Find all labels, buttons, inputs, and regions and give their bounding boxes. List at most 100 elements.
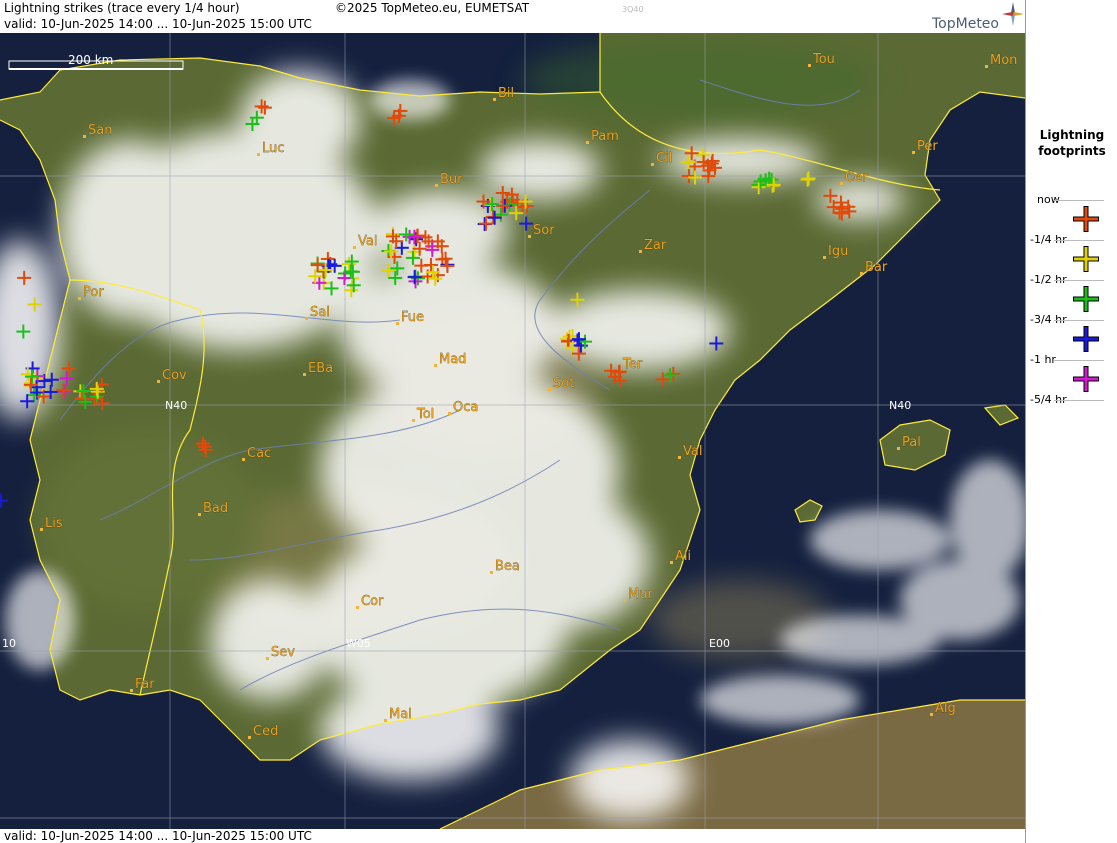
legend-title-line1: Lightning bbox=[1039, 128, 1105, 142]
city-label-bil: Bil bbox=[498, 86, 514, 101]
city-label-bea: Bea bbox=[495, 559, 520, 574]
city-label-cac: Cac bbox=[247, 446, 271, 461]
grid-label-n40-right: N40 bbox=[889, 399, 911, 412]
valid-time-header: valid: 10-Jun-2025 14:00 ... 10-Jun-2025… bbox=[4, 17, 312, 31]
city-label-mon: Mon bbox=[990, 53, 1017, 68]
grid-label-w10: 10 bbox=[2, 637, 16, 650]
city-marker-fue bbox=[396, 322, 399, 325]
city-label-fue: Fue bbox=[401, 310, 424, 325]
city-marker-por bbox=[78, 297, 81, 300]
city-label-per: Per bbox=[917, 139, 938, 154]
city-label-val: Val bbox=[358, 234, 377, 249]
legend-separator bbox=[1054, 280, 1104, 281]
compass-icon bbox=[1002, 2, 1024, 26]
scale-label: 200 km bbox=[68, 53, 113, 67]
city-label-bur: Bur bbox=[440, 172, 463, 187]
city-marker-mal bbox=[384, 719, 387, 722]
city-label-oca: Oca bbox=[453, 400, 478, 415]
city-label-bad: Bad bbox=[203, 501, 228, 516]
city-label-tol: Tol bbox=[416, 407, 434, 422]
city-marker-bad bbox=[198, 513, 201, 516]
legend-separator bbox=[1054, 240, 1104, 241]
city-label-eba: EBa bbox=[308, 361, 333, 376]
city-marker-san bbox=[83, 135, 86, 138]
city-marker-mad bbox=[434, 364, 437, 367]
city-marker-cil bbox=[651, 163, 654, 166]
logo-text: TopMeteo bbox=[932, 16, 999, 32]
topmeteo-logo: TopMeteo bbox=[932, 2, 1024, 32]
city-marker-ali bbox=[670, 561, 673, 564]
city-marker-tol bbox=[412, 419, 415, 422]
satellite-map[interactable]: N40 N40 W05 E00 10 200 km San Luc Bil Tou Mo… bbox=[0, 33, 1025, 829]
city-label-igu: Igu bbox=[828, 244, 848, 259]
city-marker-mon bbox=[985, 65, 988, 68]
city-label-cer: Cer bbox=[845, 170, 868, 185]
city-marker-bur bbox=[435, 184, 438, 187]
city-marker-per bbox=[912, 151, 915, 154]
legend-separator bbox=[1054, 320, 1104, 321]
legend-cross-icon bbox=[1073, 326, 1099, 352]
legend-title: Lightning footprints bbox=[1026, 127, 1117, 159]
city-label-cor: Cor bbox=[361, 594, 384, 609]
city-label-ter: Ter bbox=[622, 357, 643, 372]
legend-separator bbox=[1054, 360, 1104, 361]
city-marker-bar bbox=[860, 272, 863, 275]
city-label-tou: Tou bbox=[812, 52, 835, 67]
map-title: Lightning strikes (trace every 1/4 hour) bbox=[4, 1, 240, 15]
city-marker-cer bbox=[840, 182, 843, 185]
city-marker-cor bbox=[356, 606, 359, 609]
city-label-luc: Luc bbox=[262, 141, 284, 156]
city-label-cov: Cov bbox=[162, 368, 187, 383]
legend-cross-icon bbox=[1073, 246, 1099, 272]
city-marker-alg bbox=[930, 713, 933, 716]
city-marker-zar bbox=[639, 250, 642, 253]
grid-label-n40-left: N40 bbox=[165, 399, 187, 412]
city-label-ali: Ali bbox=[675, 549, 691, 564]
city-marker-cac bbox=[242, 458, 245, 461]
city-marker-sor bbox=[528, 235, 531, 238]
city-marker-pam bbox=[586, 141, 589, 144]
city-marker-bil bbox=[493, 98, 496, 101]
city-marker-val bbox=[678, 456, 681, 459]
city-marker-far bbox=[130, 689, 133, 692]
legend-cross-icon bbox=[1073, 206, 1099, 232]
city-label-mal: Mal bbox=[389, 707, 412, 722]
city-label-ced: Ced bbox=[253, 724, 278, 739]
city-marker-val bbox=[353, 246, 356, 249]
legend-separator bbox=[1054, 400, 1104, 401]
city-marker-sot bbox=[548, 388, 551, 391]
valid-time-footer: valid: 10-Jun-2025 14:00 ... 10-Jun-2025… bbox=[4, 829, 312, 843]
map-footer: valid: 10-Jun-2025 14:00 ... 10-Jun-2025… bbox=[0, 829, 1025, 843]
city-label-sor: Sor bbox=[533, 223, 555, 238]
legend-panel: Lightning footprints now -1/4 hr -1/2 hr -3… bbox=[1025, 0, 1117, 843]
city-label-val: Val bbox=[683, 444, 702, 459]
legend-label-4: -1 hr bbox=[1030, 353, 1056, 366]
city-label-mad: Mad bbox=[439, 352, 466, 367]
city-marker-eba bbox=[303, 373, 306, 376]
city-label-bar: Bar bbox=[865, 260, 888, 275]
grid-label-w05: W05 bbox=[346, 637, 371, 650]
city-label-sal: Sal bbox=[310, 305, 330, 320]
city-marker-luc bbox=[257, 153, 260, 156]
city-marker-igu bbox=[823, 256, 826, 259]
city-label-sev: Sev bbox=[271, 645, 295, 660]
city-marker-bea bbox=[490, 571, 493, 574]
city-marker-tou bbox=[808, 64, 811, 67]
city-label-por: Por bbox=[83, 285, 104, 300]
city-label-far: Far bbox=[135, 677, 155, 692]
copyright: ©2025 TopMeteo.eu, EUMETSAT bbox=[335, 1, 530, 15]
city-label-san: San bbox=[88, 123, 112, 138]
city-marker-mur bbox=[623, 599, 626, 602]
city-marker-lis bbox=[40, 528, 43, 531]
city-marker-sal bbox=[305, 317, 308, 320]
map-code: 3Q40 bbox=[622, 5, 644, 14]
city-label-mur: Mur bbox=[628, 587, 653, 602]
city-label-pam: Pam bbox=[591, 129, 619, 144]
city-label-lis: Lis bbox=[45, 516, 63, 531]
city-marker-cov bbox=[157, 380, 160, 383]
city-marker-pal bbox=[897, 447, 900, 450]
legend-cross-icon bbox=[1073, 366, 1099, 392]
legend-title-line2: footprints bbox=[1038, 144, 1106, 158]
city-marker-oca bbox=[448, 412, 451, 415]
map-header: Lightning strikes (trace every 1/4 hour)… bbox=[0, 0, 1025, 33]
